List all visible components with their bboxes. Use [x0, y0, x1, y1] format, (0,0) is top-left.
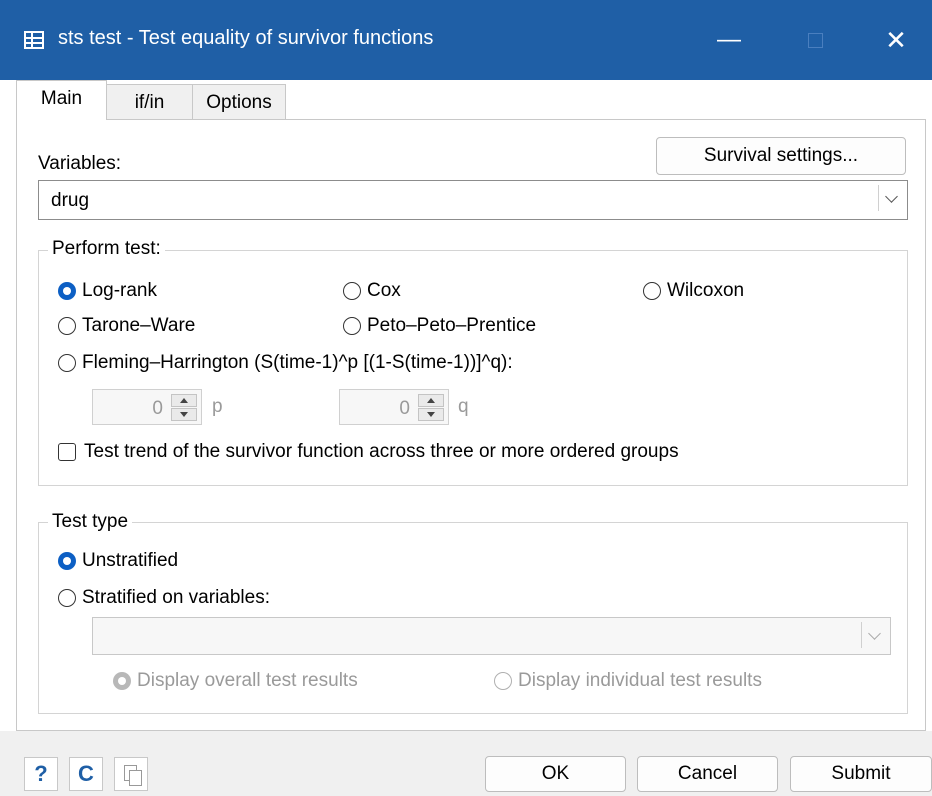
variables-combobox[interactable]: drug — [38, 180, 908, 220]
reset-button[interactable]: C — [69, 757, 103, 791]
radio-icon — [343, 282, 361, 300]
cancel-button[interactable]: Cancel — [637, 756, 778, 792]
radio-icon — [494, 672, 512, 690]
close-button[interactable]: ✕ — [876, 20, 916, 60]
q-spinner[interactable]: 0 — [339, 389, 449, 425]
display-overall-radio[interactable]: Display overall test results — [113, 669, 358, 693]
cox-radio[interactable]: Cox — [343, 279, 401, 303]
submit-button[interactable]: Submit — [790, 756, 932, 792]
maximize-button — [795, 20, 835, 60]
strata-variables-combobox[interactable] — [92, 617, 891, 655]
spin-down-icon[interactable] — [171, 408, 197, 421]
chevron-down-icon[interactable] — [861, 622, 886, 648]
radio-selected-icon — [58, 552, 76, 570]
perform-test-legend: Perform test: — [48, 238, 165, 260]
radio-icon — [58, 317, 76, 335]
tarone-ware-radio[interactable]: Tarone–Ware — [58, 314, 195, 338]
fleming-harrington-radio[interactable]: Fleming–Harrington (S(time-1)^p [(1-S(ti… — [58, 351, 513, 375]
spin-up-icon[interactable] — [171, 394, 197, 407]
copy-icon-front — [129, 770, 142, 786]
stratified-radio[interactable]: Stratified on variables: — [58, 586, 270, 610]
wilcoxon-radio[interactable]: Wilcoxon — [643, 279, 744, 303]
radio-icon — [58, 589, 76, 607]
ok-button[interactable]: OK — [485, 756, 626, 792]
radio-icon — [343, 317, 361, 335]
unstratified-radio[interactable]: Unstratified — [58, 549, 178, 573]
radio-selected-icon — [113, 672, 131, 690]
radio-icon — [58, 354, 76, 372]
dialog-icon — [24, 31, 44, 49]
title-bar: sts test - Test equality of survivor fun… — [0, 0, 932, 80]
peto-peto-prentice-radio[interactable]: Peto–Peto–Prentice — [343, 314, 536, 338]
survival-settings-button[interactable]: Survival settings... — [656, 137, 906, 175]
tab-if-in[interactable]: if/in — [107, 84, 193, 120]
display-individual-radio[interactable]: Display individual test results — [494, 669, 762, 693]
minimize-button[interactable]: — — [709, 20, 749, 60]
maximize-icon — [807, 33, 823, 48]
log-rank-radio[interactable]: Log-rank — [58, 279, 157, 303]
variables-value: drug — [51, 190, 90, 211]
spin-up-icon[interactable] — [418, 394, 444, 407]
p-spinner[interactable]: 0 — [92, 389, 202, 425]
q-label: q — [458, 396, 469, 417]
radio-selected-icon — [58, 282, 76, 300]
chevron-down-icon[interactable] — [878, 185, 903, 211]
test-trend-checkbox[interactable]: Test trend of the survivor function acro… — [58, 440, 679, 464]
copy-command-button[interactable] — [114, 757, 148, 791]
spin-down-icon[interactable] — [418, 408, 444, 421]
tab-options[interactable]: Options — [193, 84, 286, 120]
help-button[interactable]: ? — [24, 757, 58, 791]
tab-main[interactable]: Main — [16, 80, 107, 120]
window-title: sts test - Test equality of survivor fun… — [58, 27, 434, 49]
p-label: p — [212, 396, 223, 417]
variables-label: Variables: — [38, 153, 122, 174]
test-type-legend: Test type — [48, 511, 133, 533]
checkbox-icon — [58, 443, 76, 461]
radio-icon — [643, 282, 661, 300]
